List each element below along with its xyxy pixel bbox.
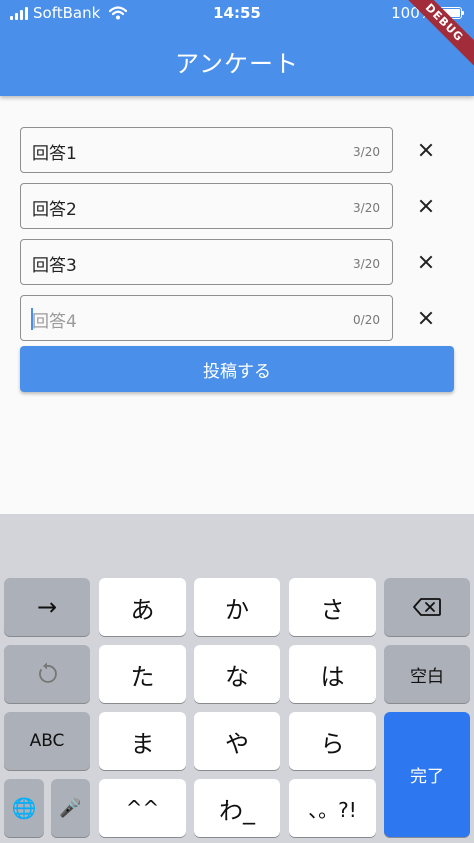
answer-field-4[interactable]: 回答4 0/20 — [20, 295, 393, 341]
char-counter-3: 3/20 — [353, 257, 380, 271]
abc-key[interactable]: ABC — [4, 712, 90, 770]
answer-row-3: 回答3 3/20 — [20, 239, 454, 285]
answer-placeholder-4: 回答4 — [32, 312, 77, 332]
submit-button[interactable]: 投稿する — [20, 346, 454, 392]
page-title: アンケート — [174, 50, 300, 78]
key-wa[interactable]: わ_ — [194, 779, 280, 837]
key-ka[interactable]: か — [194, 578, 280, 636]
answer-row-4: 回答4 0/20 — [20, 295, 454, 341]
app-header: SoftBank 14:55 100% アンケート DEBUG — [0, 0, 474, 96]
char-counter-2: 3/20 — [353, 201, 380, 215]
software-keyboard: → あ か さ た な は 空白 ABC ま や ら 完了 🌐 🎤 ^^ わ_ … — [0, 514, 474, 843]
globe-icon[interactable]: 🌐 — [4, 779, 44, 837]
remove-answer-3-icon[interactable] — [412, 248, 440, 276]
answer-field-1[interactable]: 回答1 3/20 — [20, 127, 393, 173]
key-ma[interactable]: ま — [99, 712, 186, 770]
key-ra[interactable]: ら — [289, 712, 376, 770]
key-ha[interactable]: は — [289, 645, 376, 703]
key-ya[interactable]: や — [194, 712, 280, 770]
remove-answer-2-icon[interactable] — [412, 192, 440, 220]
key-punctuation[interactable]: 、。?! — [289, 779, 376, 837]
mic-icon[interactable]: 🎤 — [51, 779, 90, 837]
char-counter-1: 3/20 — [353, 145, 380, 159]
answer-field-3[interactable]: 回答3 3/20 — [20, 239, 393, 285]
key-emoticon[interactable]: ^^ — [99, 779, 186, 837]
undo-key[interactable] — [4, 645, 90, 703]
undo-icon — [39, 662, 57, 683]
backspace-key[interactable] — [384, 578, 470, 636]
char-counter-4: 0/20 — [353, 313, 380, 327]
status-bar: SoftBank 14:55 100% — [0, 0, 474, 28]
backspace-icon — [413, 598, 441, 616]
key-ta[interactable]: た — [99, 645, 186, 703]
answer-value-3: 回答3 — [32, 256, 77, 276]
arrow-key[interactable]: → — [4, 578, 90, 636]
answer-row-1: 回答1 3/20 — [20, 127, 454, 173]
answer-value-1: 回答1 — [32, 144, 77, 164]
answer-value-2: 回答2 — [32, 200, 77, 220]
done-key[interactable]: 完了 — [384, 712, 470, 837]
key-a[interactable]: あ — [99, 578, 186, 636]
remove-answer-1-icon[interactable] — [412, 136, 440, 164]
space-key[interactable]: 空白 — [384, 645, 470, 703]
answer-field-2[interactable]: 回答2 3/20 — [20, 183, 393, 229]
answer-row-2: 回答2 3/20 — [20, 183, 454, 229]
key-na[interactable]: な — [194, 645, 280, 703]
key-sa[interactable]: さ — [289, 578, 376, 636]
remove-answer-4-icon[interactable] — [412, 304, 440, 332]
